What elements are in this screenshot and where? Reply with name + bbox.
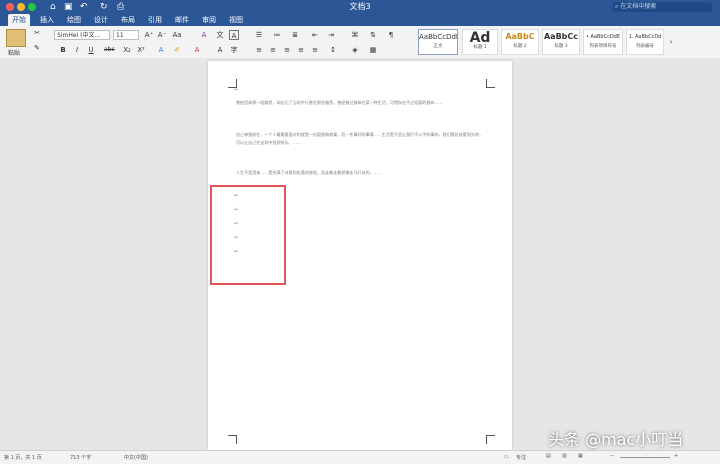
- shading-icon[interactable]: ◈: [350, 45, 360, 55]
- paste-label: 粘贴: [8, 50, 21, 57]
- increase-indent-icon[interactable]: ⇥: [326, 30, 336, 40]
- focus-icon[interactable]: ▭: [504, 454, 509, 460]
- align-center-icon[interactable]: ≡: [268, 45, 278, 55]
- style-name: 列表编号: [636, 44, 654, 49]
- body-paragraph-1[interactable]: 曾经回体那一段路程，却忘记了当时步行曾在那些路旁。曾经推过放纵在某一种生活，可惜…: [236, 99, 486, 107]
- tab-view[interactable]: 视图: [225, 14, 247, 26]
- borders-icon[interactable]: ▦: [368, 45, 378, 55]
- title-bar: ⌂ ▣ ↶ ↻ ⎙ 文档3 ⌕ 在文档中搜索: [0, 0, 720, 14]
- zoom-out-icon[interactable]: −: [610, 453, 614, 459]
- show-marks-icon[interactable]: ¶: [386, 30, 396, 40]
- ribbon-tabs: 开始 插入 绘图 设计 布局 引用 邮件 审阅 视图: [0, 14, 720, 26]
- tab-draw[interactable]: 绘图: [63, 14, 85, 26]
- style-list-bullet[interactable]: • AaBbCcDdE 列表项目符号: [583, 29, 623, 55]
- grow-font-icon[interactable]: A⁺: [144, 30, 154, 40]
- phonetic-guide-icon[interactable]: 文: [215, 30, 225, 40]
- char-border-icon[interactable]: 字: [229, 45, 239, 55]
- cut-icon[interactable]: ✂: [32, 28, 42, 38]
- shrink-font-icon[interactable]: A⁻: [157, 30, 167, 40]
- style-name: 列表项目符号: [589, 44, 617, 49]
- font-color-icon[interactable]: A: [192, 45, 202, 55]
- zoom-in-icon[interactable]: +: [674, 453, 678, 459]
- crop-mark-bottom-left: [228, 435, 237, 444]
- style-normal[interactable]: AaBbCcDdEe 正文: [418, 29, 458, 55]
- read-mode-icon[interactable]: ▤: [546, 453, 551, 459]
- tab-layout[interactable]: 布局: [117, 14, 139, 26]
- style-preview: 1. AaBbCcDd: [628, 34, 662, 40]
- multilevel-list-icon[interactable]: ≣: [290, 30, 300, 40]
- justify-icon[interactable]: ≡: [296, 45, 306, 55]
- format-painter-icon[interactable]: ✎: [32, 43, 42, 53]
- highlight-annotation-box: [210, 185, 286, 285]
- change-case-icon[interactable]: Aa: [172, 30, 182, 40]
- decrease-indent-icon[interactable]: ⇤: [310, 30, 320, 40]
- numbering-icon[interactable]: ≔: [272, 30, 282, 40]
- style-preview: AaBbC: [505, 32, 535, 41]
- superscript-icon[interactable]: X²: [136, 45, 146, 55]
- status-bar: 第 1 页，共 1 页 713 个字 中文(中国) ▭ 专注 ▤ ▥ ▦ − +: [0, 450, 720, 464]
- bullets-icon[interactable]: ☰: [254, 30, 264, 40]
- char-shading-icon[interactable]: A: [215, 45, 225, 55]
- language-indicator[interactable]: 中文(中国): [124, 454, 148, 461]
- bold-icon[interactable]: B: [58, 45, 68, 55]
- font-size-select[interactable]: 11: [113, 30, 139, 40]
- clear-format-icon[interactable]: A: [199, 30, 209, 40]
- sort-icon[interactable]: ⇅: [368, 30, 378, 40]
- style-name: 正文: [433, 44, 443, 49]
- text-effects-icon[interactable]: A: [156, 45, 166, 55]
- search-placeholder: 在文档中搜索: [620, 3, 657, 10]
- print-layout-icon[interactable]: ▥: [562, 453, 567, 459]
- tab-home[interactable]: 开始: [8, 14, 30, 26]
- style-name: 标题 2: [513, 44, 527, 49]
- style-list-number[interactable]: 1. AaBbCcDd 列表编号: [626, 29, 664, 55]
- styles-more-icon[interactable]: ›: [666, 37, 676, 47]
- paragraph-mark: ↵: [234, 87, 239, 93]
- line-spacing-icon[interactable]: ↕: [328, 45, 338, 55]
- align-left-icon[interactable]: ≡: [254, 45, 264, 55]
- style-heading-3[interactable]: AaBbCc 标题 3: [542, 29, 580, 55]
- ribbon: 粘贴 ✂ ✎ SimHei (中文... 11 A⁺ A⁻ Aa A 文 A B…: [0, 26, 720, 59]
- body-paragraph-2[interactable]: 自己单独前往，一个人最需要面对的就是一份孤独和寂寞，而一件事好的事情……生活是不…: [236, 131, 486, 146]
- style-preview: AaBbCc: [543, 32, 579, 41]
- tab-references[interactable]: 引用: [144, 14, 166, 26]
- style-heading-1[interactable]: Ad 标题 1: [462, 29, 498, 55]
- subscript-icon[interactable]: X₂: [122, 45, 132, 55]
- style-preview: Ad: [469, 30, 491, 46]
- enclose-char-icon[interactable]: A: [229, 30, 239, 40]
- page-indicator[interactable]: 第 1 页，共 1 页: [4, 454, 42, 461]
- italic-icon[interactable]: I: [72, 45, 82, 55]
- align-right-icon[interactable]: ≡: [282, 45, 292, 55]
- distributed-icon[interactable]: ≡: [310, 45, 320, 55]
- style-preview: • AaBbCcDdE: [585, 34, 621, 40]
- chinese-layout-icon[interactable]: ⌘: [350, 30, 360, 40]
- tab-design[interactable]: 设计: [90, 14, 112, 26]
- crop-mark-bottom-right: [486, 435, 495, 444]
- style-heading-2[interactable]: AaBbC 标题 2: [501, 29, 539, 55]
- tab-mailings[interactable]: 邮件: [171, 14, 193, 26]
- zoom-slider[interactable]: [620, 457, 670, 458]
- tab-review[interactable]: 审阅: [198, 14, 220, 26]
- crop-mark-top-right: [486, 79, 495, 88]
- search-icon: ⌕: [615, 3, 619, 10]
- search-input[interactable]: ⌕ 在文档中搜索: [612, 2, 712, 12]
- body-paragraph-3[interactable]: 人生不是用来……是充满了诗意和失落的旅程，而走着走着就像走马灯似的，……: [236, 169, 486, 177]
- focus-label[interactable]: 专注: [516, 454, 526, 461]
- font-name-select[interactable]: SimHei (中文...: [54, 30, 110, 40]
- highlight-icon[interactable]: ✐: [172, 45, 182, 55]
- strikethrough-icon[interactable]: abc: [104, 45, 115, 55]
- style-name: 标题 3: [554, 44, 568, 49]
- style-name: 标题 1: [473, 45, 487, 50]
- word-count[interactable]: 713 个字: [70, 454, 91, 461]
- tab-insert[interactable]: 插入: [36, 14, 58, 26]
- paste-icon[interactable]: [6, 29, 26, 47]
- underline-icon[interactable]: U: [86, 45, 96, 55]
- style-preview: AaBbCcDdEe: [419, 33, 457, 41]
- web-layout-icon[interactable]: ▦: [578, 453, 583, 459]
- watermark-text: 头条 @mac小叮当: [548, 430, 684, 449]
